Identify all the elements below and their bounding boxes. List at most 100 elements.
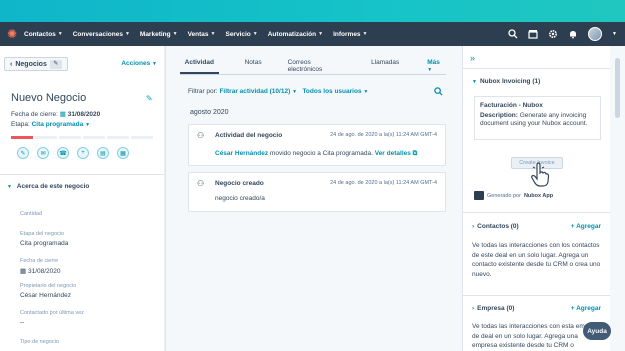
add-icon[interactable]: + [77, 147, 89, 159]
quick-actions: ✎ ✉ ☎ + ▤ ▦ [17, 147, 129, 159]
nav-item-ventas[interactable]: Ventas ▼ [188, 31, 216, 38]
chevron-right-icon: › [472, 223, 475, 230]
chevron-down-icon: ▼ [7, 184, 12, 190]
filter-row: Filtrar por: Filtrar actividad (10/12) ▼… [188, 88, 454, 95]
filter-activity-dropdown[interactable]: Filtrar actividad (10/12) ▼ [219, 88, 297, 95]
note-icon[interactable]: ✎ [17, 147, 29, 159]
add-company-button[interactable]: + Agregar [571, 305, 601, 312]
divider [463, 212, 611, 213]
details-link[interactable]: Ver detalles ⧉ [375, 150, 418, 157]
tab-llamadas[interactable]: Llamadas [371, 57, 399, 74]
chevron-down-icon: ▼ [152, 61, 157, 67]
close-date-value[interactable]: 31/08/2020 [68, 111, 101, 118]
prop-label: Fecha de cierre [20, 258, 59, 264]
progress-segment [11, 136, 33, 139]
nav-item-servicio[interactable]: Servicio ▼ [225, 31, 257, 38]
add-contact-button[interactable]: + Agregar [571, 223, 601, 230]
hubspot-logo-icon[interactable]: ✺ [0, 22, 24, 46]
card-title: Facturación - Nubox [480, 102, 543, 109]
avatar[interactable] [588, 27, 603, 41]
meeting-icon[interactable]: ▦ [117, 147, 129, 159]
about-section-header[interactable]: ▼ Acerca de este negocio [7, 183, 89, 190]
card-description: Description: Generate any invoicing docu… [480, 112, 595, 128]
activity-tabs: Actividad Notas Correos electrónicos Lla… [180, 57, 446, 75]
handshake-icon: ⚇ [197, 179, 205, 188]
company-description: Ve todas las interacciones con esta empr… [472, 323, 601, 349]
chevron-down-icon: ▼ [472, 79, 477, 85]
prop-value[interactable]: Cita programada [20, 240, 68, 247]
stage-row: Etapa: Cita programada ▼ [11, 121, 90, 128]
handshake-icon: ⚇ [197, 131, 205, 140]
nav-item-contactos[interactable]: Contactos ▼ [24, 31, 63, 38]
activity-card[interactable]: ⚇ Actividad del negocio 24 de ago. de 20… [188, 124, 446, 166]
activity-card[interactable]: ⚇ Negocio creado 24 de ago. de 2020 a la… [188, 172, 446, 212]
search-icon[interactable] [508, 29, 518, 39]
nav-item-marketing[interactable]: Marketing ▼ [140, 31, 178, 38]
chevron-down-icon: ▼ [318, 31, 324, 37]
filter-users-dropdown[interactable]: Todos los usuarios ▼ [302, 88, 368, 95]
actions-dropdown[interactable]: Acciones ▼ [121, 60, 157, 67]
scrollbar[interactable] [610, 46, 625, 351]
chevron-right-icon: › [472, 305, 475, 312]
scrollbar[interactable] [164, 46, 165, 351]
deal-title: Nuevo Negocio [11, 92, 87, 104]
prop-value: -- [20, 319, 25, 326]
gear-icon[interactable] [548, 29, 558, 39]
contacts-section-header[interactable]: › Contactos (0) [472, 223, 519, 230]
prop-label: Tipo de negocio [20, 339, 59, 345]
back-label: Negocios [15, 60, 47, 68]
details-label: Ver detalles [374, 150, 411, 157]
help-button[interactable]: Ayuda [583, 322, 611, 340]
company-section-header[interactable]: › Empresa (0) [472, 305, 514, 312]
prop-label: Contactado por última vez [20, 310, 84, 316]
progress-segment [35, 136, 57, 139]
prop-value[interactable]: César Hernández [20, 292, 71, 299]
chevron-down-icon: ▼ [427, 67, 433, 73]
right-sidebar: » ▼ Nubox Invoicing (1) Facturación - Nub… [462, 46, 611, 351]
nubox-card: Facturación - Nubox Description: Generat… [474, 96, 601, 140]
phone-icon[interactable]: ☎ [57, 147, 69, 159]
tab-correos[interactable]: Correos electrónicos [288, 57, 346, 74]
prop-label: Etapa del negocio [20, 231, 65, 237]
stage-label: Etapa: [11, 121, 30, 128]
nav-item-informes[interactable]: Informes ▼ [333, 31, 367, 38]
external-link-icon: ⧉ [412, 150, 418, 157]
activity-panel: Actividad Notas Correos electrónicos Lla… [172, 46, 454, 351]
collapse-panel-icon[interactable]: » [470, 53, 475, 63]
tab-actividad[interactable]: Actividad [180, 57, 219, 74]
chevron-down-icon[interactable]: ▼ [612, 31, 617, 37]
nav-item-conversaciones[interactable]: Conversaciones ▼ [73, 31, 130, 38]
actions-label: Acciones [121, 60, 151, 67]
contacts-description: Ve todas las interacciones con los conta… [472, 242, 601, 278]
nav-item-automatizacion[interactable]: Automatización ▼ [268, 31, 323, 38]
browser-top-strip [0, 0, 625, 22]
back-to-deals-button[interactable]: ‹ Negocios ✎ [4, 57, 68, 71]
edit-view-icon[interactable]: ✎ [49, 59, 62, 69]
nubox-section-header[interactable]: ▼ Nubox Invoicing (1) [472, 78, 540, 85]
nav-label: Informes [333, 30, 361, 38]
stage-dropdown[interactable]: Cita programada [32, 121, 84, 128]
card-text: movido negocio a Cita programada. [269, 150, 373, 157]
user-link[interactable]: César Hernández [215, 150, 268, 157]
close-date-label: Fecha de cierre: [11, 111, 58, 118]
task-icon[interactable]: ▤ [97, 147, 109, 159]
marketplace-icon[interactable] [528, 29, 538, 39]
tab-notas[interactable]: Notas [245, 57, 262, 74]
edit-pencil-icon[interactable]: ✎ [146, 94, 153, 103]
calendar-icon: ▦ [59, 111, 66, 118]
card-body: César Hernández movido negocio a Cita pr… [215, 150, 417, 158]
email-icon[interactable]: ✉ [37, 147, 49, 159]
stage-progress-bar [11, 136, 153, 139]
chevron-down-icon: ▼ [124, 31, 130, 37]
calendar-icon: ▦ [20, 268, 27, 275]
progress-segment [59, 136, 81, 139]
prop-value-date[interactable]: ▦ 31/08/2020 [20, 267, 61, 275]
hand-cursor-icon [531, 162, 550, 187]
search-icon[interactable] [434, 87, 443, 96]
prop-value: 31/08/2020 [27, 268, 61, 275]
tab-mas[interactable]: Más ▼ [427, 57, 446, 74]
scrollbar-thumb[interactable] [615, 58, 620, 118]
chevron-down-icon: ▼ [210, 31, 216, 37]
divider [463, 68, 611, 69]
bell-icon[interactable] [568, 29, 578, 39]
